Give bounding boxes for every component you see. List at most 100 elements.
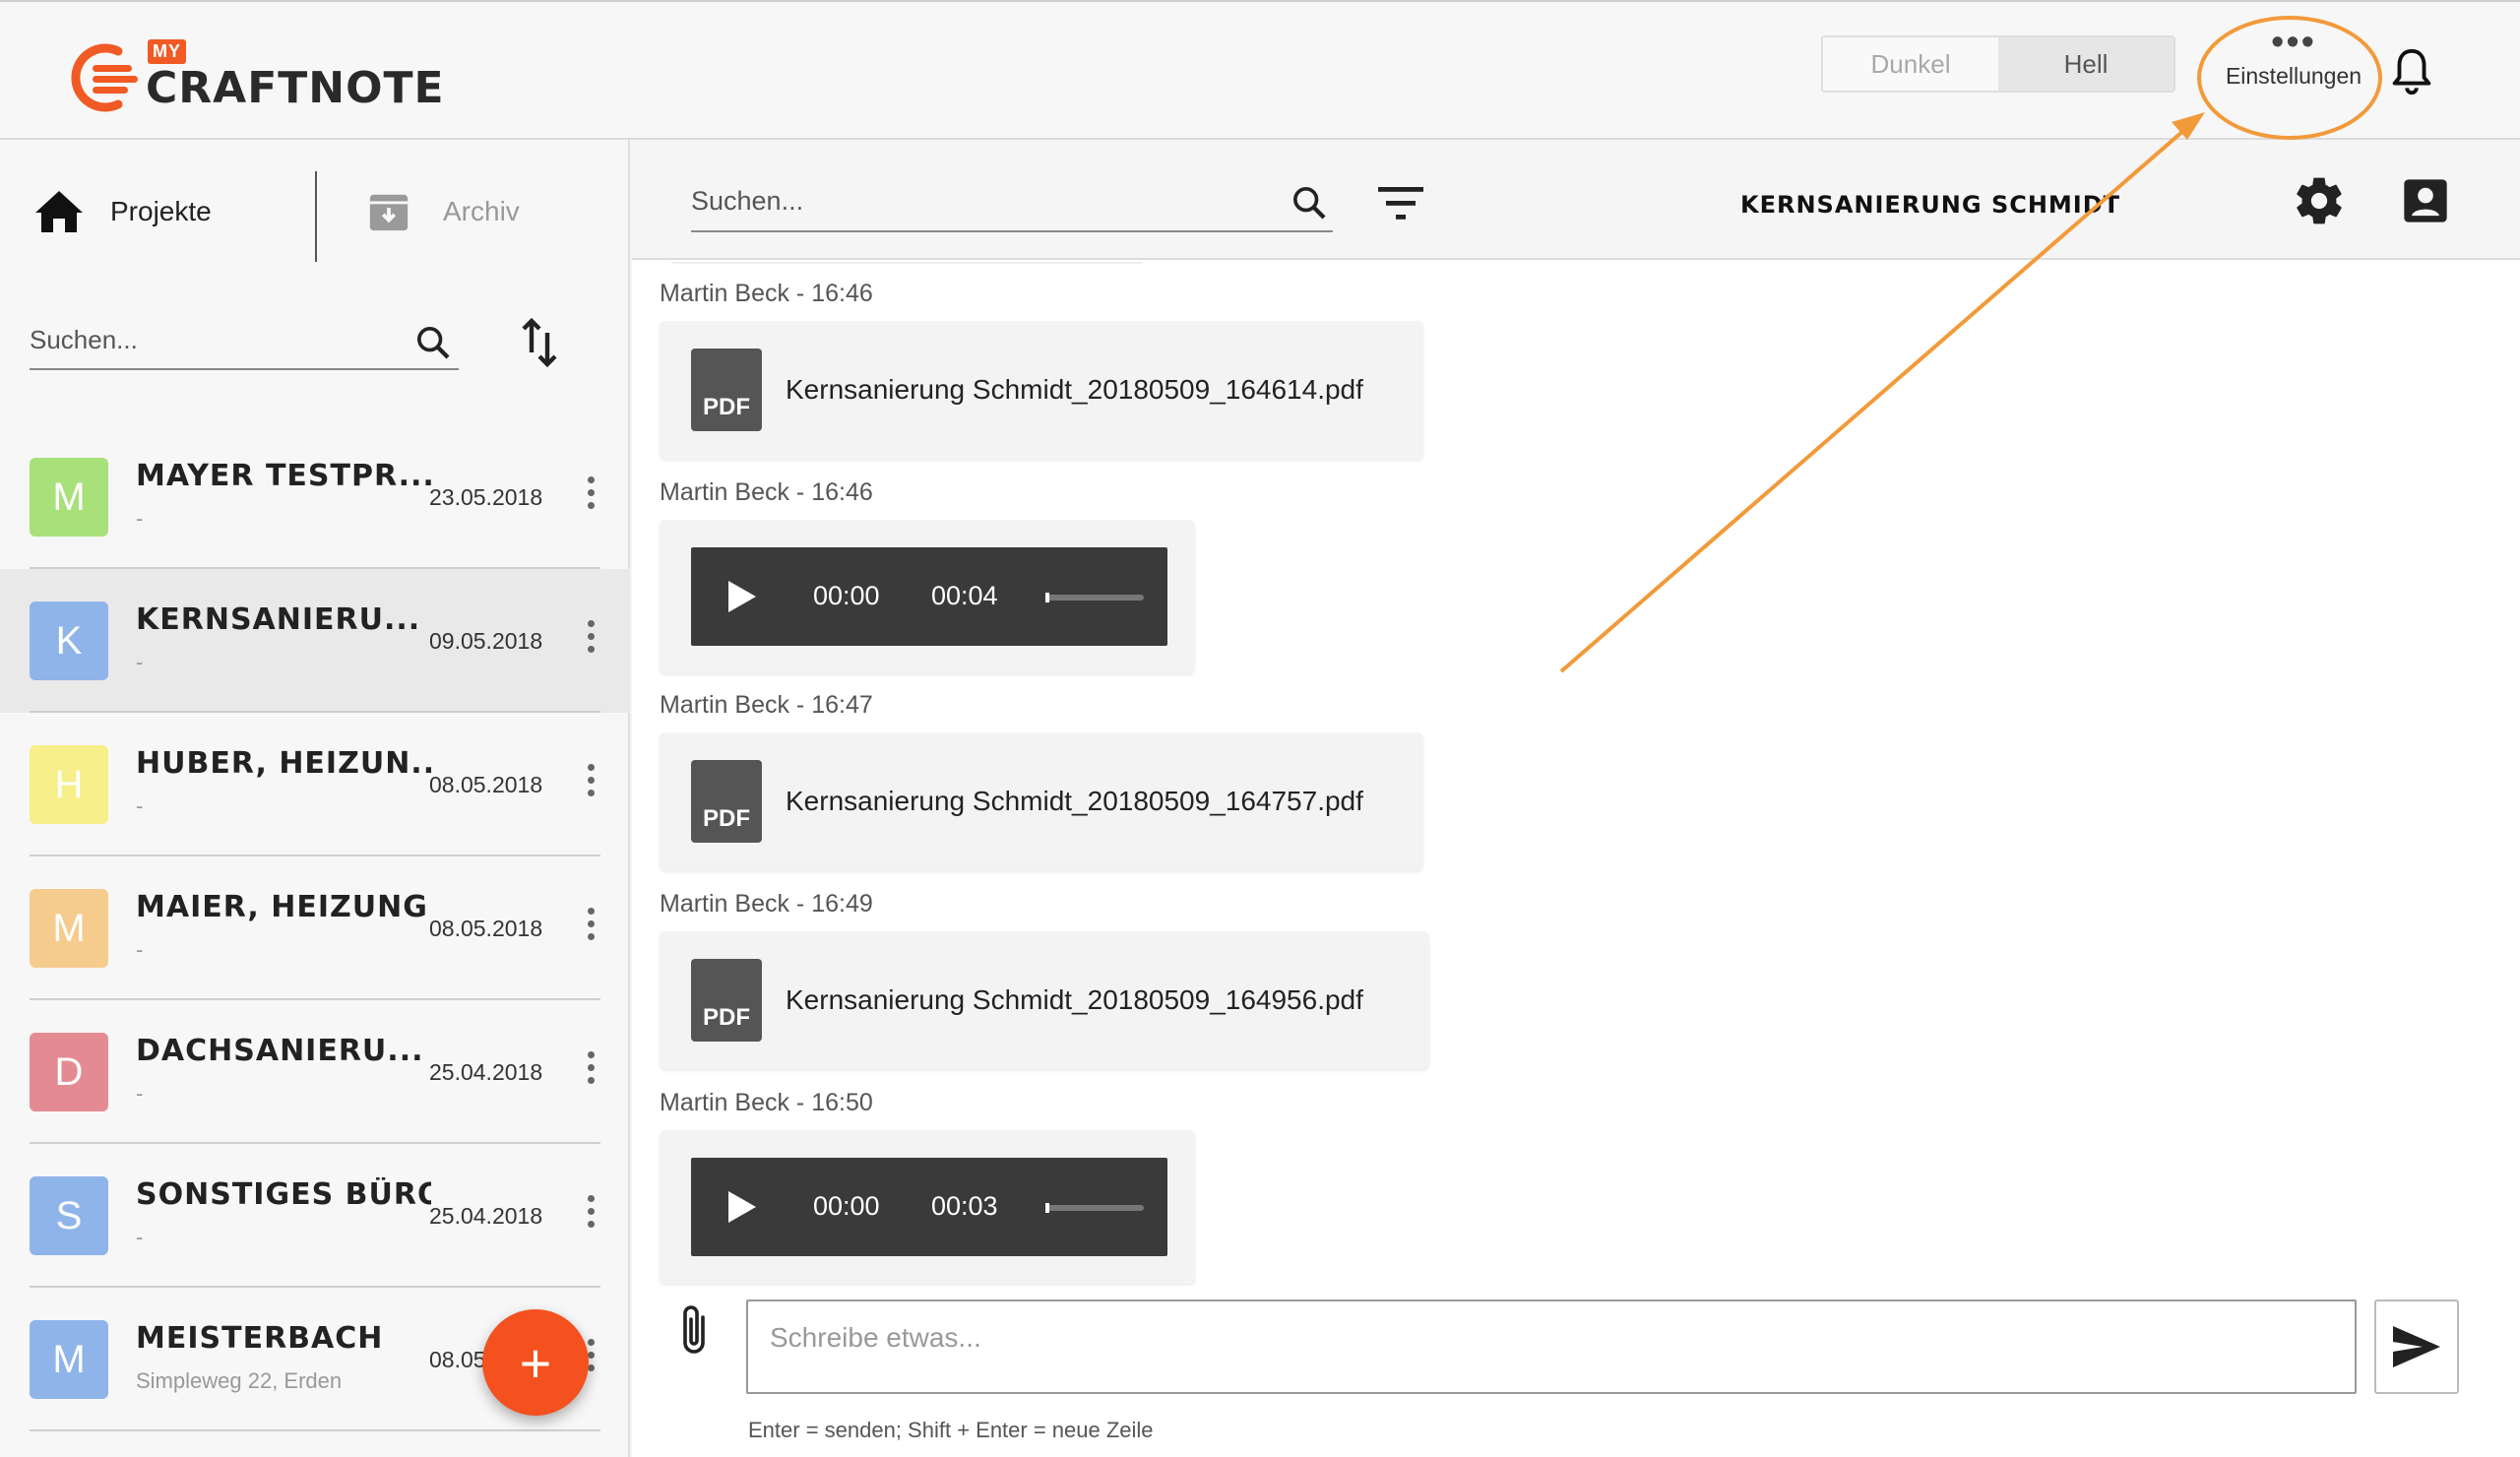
send-icon xyxy=(2393,1326,2440,1367)
chat-search-input[interactable] xyxy=(691,175,1262,226)
audio-player: 00:00 00:04 xyxy=(691,547,1167,646)
project-subtitle: Simpleweg 22, Erden xyxy=(136,1368,343,1393)
project-avatar: H xyxy=(30,745,108,824)
message-meta: Martin Beck - 16:50 xyxy=(660,1089,873,1116)
project-name: KERNSANIERU... xyxy=(136,602,421,637)
more-vertical-icon[interactable] xyxy=(581,764,600,803)
audio-message: 00:00 00:04 xyxy=(660,520,1195,673)
pdf-file-icon: PDF xyxy=(691,348,762,431)
project-search-field xyxy=(30,315,459,370)
contact-icon[interactable] xyxy=(2400,175,2451,226)
project-name: MAIER, HEIZUNG xyxy=(136,890,428,924)
pdf-filename[interactable]: Kernsanierung Schmidt_20180509_164614.pd… xyxy=(786,374,1363,406)
message-meta: Martin Beck - 16:46 xyxy=(660,280,873,307)
more-vertical-icon[interactable] xyxy=(581,1195,600,1235)
composer-hint: Enter = senden; Shift + Enter = neue Zei… xyxy=(748,1418,1154,1442)
project-subtitle: - xyxy=(136,506,144,531)
more-horizontal-icon: ••• xyxy=(2271,22,2316,63)
home-icon xyxy=(35,191,83,232)
pdf-message[interactable]: PDF Kernsanierung Schmidt_20180509_16461… xyxy=(660,321,1423,459)
archive-icon xyxy=(369,194,409,231)
message-meta: Martin Beck - 16:49 xyxy=(660,890,873,918)
project-date: 09.05.2018 xyxy=(429,628,543,654)
project-avatar: M xyxy=(30,1320,108,1399)
project-avatar: D xyxy=(30,1033,108,1111)
project-subtitle: - xyxy=(136,793,144,818)
send-button[interactable] xyxy=(2374,1299,2459,1394)
theme-toggle: Dunkel Hell xyxy=(1821,35,2175,93)
chat-panel: KERNSANIERUNG SCHMIDT Martin Beck - 16:4… xyxy=(632,140,2520,1457)
gear-icon[interactable] xyxy=(2292,173,2347,228)
project-item[interactable]: M MAYER TESTPR... - 23.05.2018 xyxy=(0,425,630,569)
previous-bubble-edge xyxy=(671,262,1144,264)
tab-divider xyxy=(315,171,317,262)
chat-toolbar: KERNSANIERUNG SCHMIDT xyxy=(632,140,2520,260)
message-input-box xyxy=(746,1299,2357,1394)
pdf-message[interactable]: PDF Kernsanierung Schmidt_20180509_16475… xyxy=(660,732,1423,870)
pdf-filename[interactable]: Kernsanierung Schmidt_20180509_164757.pd… xyxy=(786,786,1363,817)
tab-projects-label: Projekte xyxy=(110,196,212,226)
more-vertical-icon[interactable] xyxy=(581,1051,600,1091)
audio-progress-slider[interactable] xyxy=(1045,1203,1144,1213)
more-vertical-icon[interactable] xyxy=(581,908,600,947)
settings-label: Einstellungen xyxy=(2225,63,2362,89)
logo-wordmark: CRAFTNOTE xyxy=(146,63,445,113)
divider xyxy=(30,1429,600,1431)
add-project-button[interactable]: + xyxy=(482,1309,589,1416)
message-composer: Enter = senden; Shift + Enter = neue Zei… xyxy=(632,1286,2520,1457)
message-meta: Martin Beck - 16:47 xyxy=(660,691,873,719)
more-vertical-icon[interactable] xyxy=(581,620,600,660)
project-date: 25.04.2018 xyxy=(429,1203,543,1229)
project-subtitle: - xyxy=(136,1081,144,1106)
theme-light-button[interactable]: Hell xyxy=(1998,37,2174,91)
audio-duration: 00:04 xyxy=(931,581,998,610)
project-subtitle: - xyxy=(136,650,144,674)
settings-menu-button[interactable]: ••• Einstellungen xyxy=(2205,22,2382,118)
project-item[interactable]: H HUBER, HEIZUN... - 08.05.2018 xyxy=(0,713,630,856)
logo-mark-icon xyxy=(71,43,138,112)
attach-icon[interactable] xyxy=(675,1301,715,1361)
project-item[interactable]: M MAIER, HEIZUNG - 08.05.2018 xyxy=(0,856,630,1000)
audio-player: 00:00 00:03 xyxy=(691,1158,1167,1256)
craftnote-logo[interactable]: MY CRAFTNOTE xyxy=(69,39,444,118)
search-icon[interactable] xyxy=(413,323,453,362)
project-date: 25.04.2018 xyxy=(429,1059,543,1085)
play-icon[interactable] xyxy=(728,1191,756,1223)
project-avatar: M xyxy=(30,458,108,537)
pdf-file-icon: PDF xyxy=(691,760,762,843)
sort-icon[interactable] xyxy=(518,317,561,368)
project-search-input[interactable] xyxy=(30,315,394,364)
audio-progress-slider[interactable] xyxy=(1045,593,1144,602)
project-list: M MAYER TESTPR... - 23.05.2018 K KERNSAN… xyxy=(0,425,630,1431)
project-subtitle: - xyxy=(136,1225,144,1249)
project-item[interactable]: K KERNSANIERU... - 09.05.2018 xyxy=(0,569,630,713)
bell-icon[interactable] xyxy=(2388,45,2435,98)
audio-message: 00:00 00:03 xyxy=(660,1130,1195,1284)
project-avatar: K xyxy=(30,602,108,680)
project-date: 08.05.2018 xyxy=(429,916,543,941)
pdf-filename[interactable]: Kernsanierung Schmidt_20180509_164956.pd… xyxy=(786,984,1363,1016)
search-icon[interactable] xyxy=(1290,183,1329,222)
play-icon[interactable] xyxy=(728,581,756,612)
message-meta: Martin Beck - 16:46 xyxy=(660,478,873,506)
tab-archive[interactable]: Archiv xyxy=(366,189,520,234)
message-input[interactable] xyxy=(748,1315,2355,1361)
project-avatar: M xyxy=(30,889,108,968)
audio-duration: 00:03 xyxy=(931,1191,998,1221)
project-item[interactable]: S SONSTIGES BÜRO - 25.04.2018 xyxy=(0,1144,630,1288)
tab-projects[interactable]: Projekte xyxy=(33,189,212,234)
project-name: DACHSANIERU... xyxy=(136,1034,424,1068)
logo-my-badge: MY xyxy=(148,39,186,64)
audio-current-time: 00:00 xyxy=(813,1191,880,1221)
project-date: 23.05.2018 xyxy=(429,484,543,510)
project-avatar: S xyxy=(30,1176,108,1255)
more-vertical-icon[interactable] xyxy=(581,476,600,516)
project-name: MAYER TESTPR... xyxy=(136,459,431,493)
project-item[interactable]: D DACHSANIERU... - 25.04.2018 xyxy=(0,1000,630,1144)
pdf-message[interactable]: PDF Kernsanierung Schmidt_20180509_16495… xyxy=(660,931,1429,1069)
filter-icon[interactable] xyxy=(1376,183,1425,222)
top-bar: MY CRAFTNOTE Dunkel Hell ••• Einstellung… xyxy=(0,0,2520,140)
project-name: MEISTERBACH xyxy=(136,1321,384,1356)
theme-dark-button[interactable]: Dunkel xyxy=(1823,37,1998,91)
message-list: Martin Beck - 16:46 PDF Kernsanierung Sc… xyxy=(632,262,2520,1286)
